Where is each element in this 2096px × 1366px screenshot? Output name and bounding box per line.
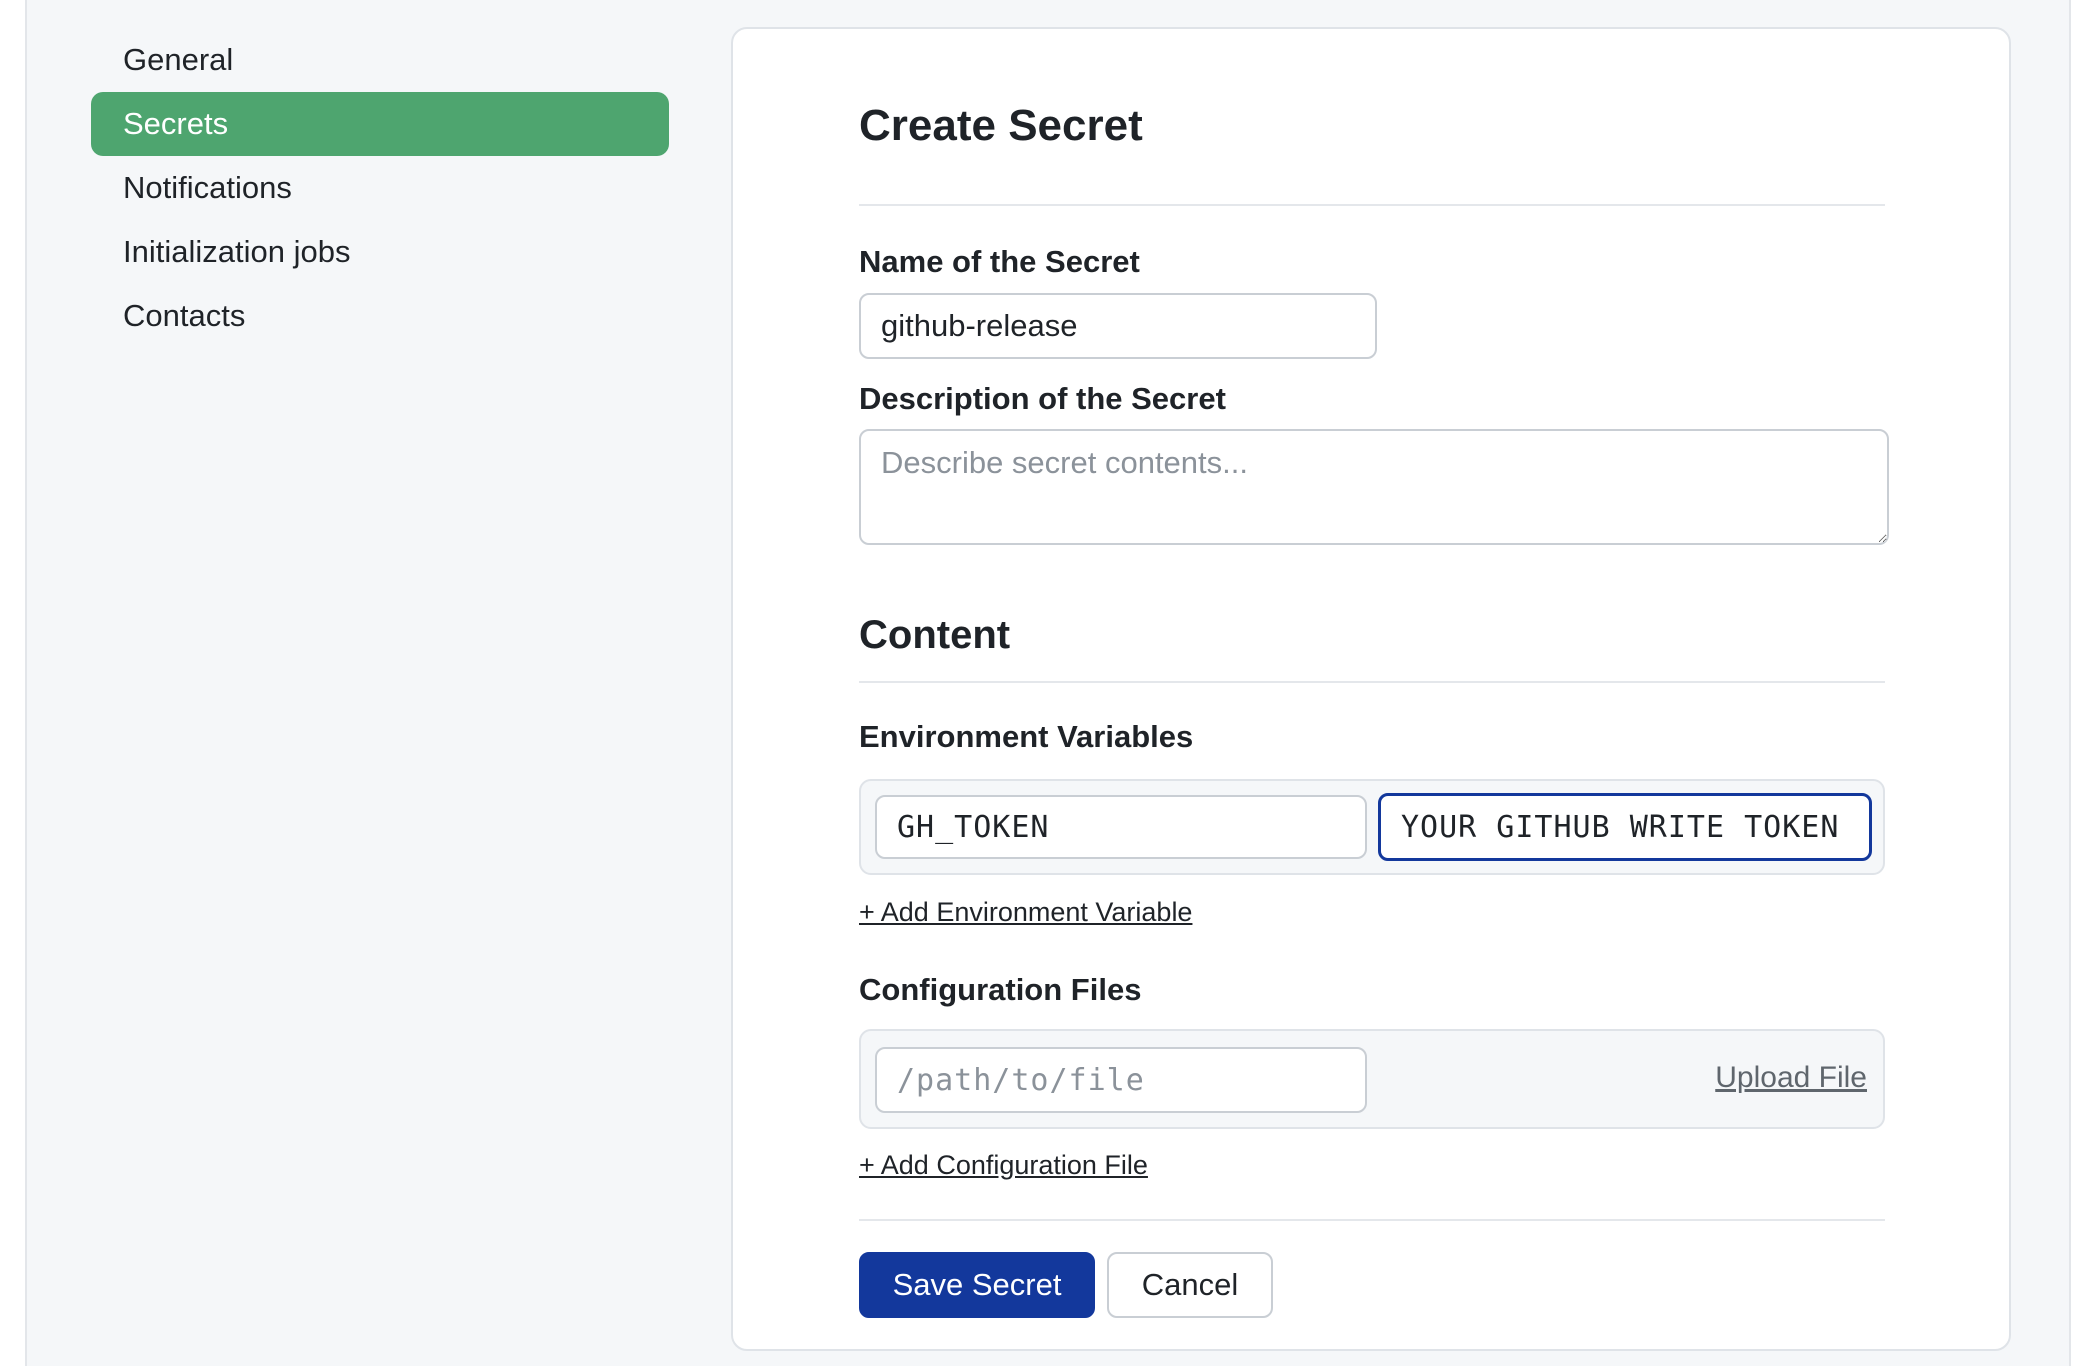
upload-file-link[interactable]: Upload File: [1715, 1061, 1867, 1095]
env-variables-label: Environment Variables: [859, 719, 1194, 754]
page-title: Create Secret: [859, 101, 1143, 150]
content-heading: Content: [859, 613, 1011, 657]
sidebar-item-initialization-jobs[interactable]: Initialization jobs: [91, 220, 669, 284]
secret-name-input[interactable]: [859, 293, 1377, 359]
cancel-button[interactable]: Cancel: [1107, 1252, 1273, 1318]
title-divider: [859, 204, 1885, 206]
config-file-path-input[interactable]: [875, 1047, 1367, 1113]
sidebar-item-notifications[interactable]: Notifications: [91, 156, 669, 220]
save-secret-button[interactable]: Save Secret: [859, 1252, 1095, 1318]
add-configuration-file-link[interactable]: + Add Configuration File: [859, 1150, 1148, 1181]
config-file-row: Upload File: [859, 1029, 1885, 1129]
env-variable-value-input[interactable]: [1378, 793, 1872, 861]
sidebar-item-contacts[interactable]: Contacts: [91, 284, 669, 348]
config-files-label: Configuration Files: [859, 972, 1142, 1007]
create-secret-card: Create Secret Name of the Secret Descrip…: [731, 27, 2011, 1351]
actions-divider: [859, 1219, 1885, 1221]
env-variable-row: [859, 779, 1885, 875]
name-label: Name of the Secret: [859, 244, 1140, 279]
content-divider: [859, 681, 1885, 683]
sidebar-item-secrets[interactable]: Secrets: [91, 92, 669, 156]
env-variable-name-input[interactable]: [875, 795, 1367, 859]
description-label: Description of the Secret: [859, 381, 1226, 416]
sidebar-item-general[interactable]: General: [91, 28, 669, 92]
settings-page: General Secrets Notifications Initializa…: [25, 0, 2071, 1366]
settings-sidebar: General Secrets Notifications Initializa…: [91, 28, 669, 348]
add-environment-variable-link[interactable]: + Add Environment Variable: [859, 897, 1192, 928]
secret-description-textarea[interactable]: [859, 429, 1889, 545]
